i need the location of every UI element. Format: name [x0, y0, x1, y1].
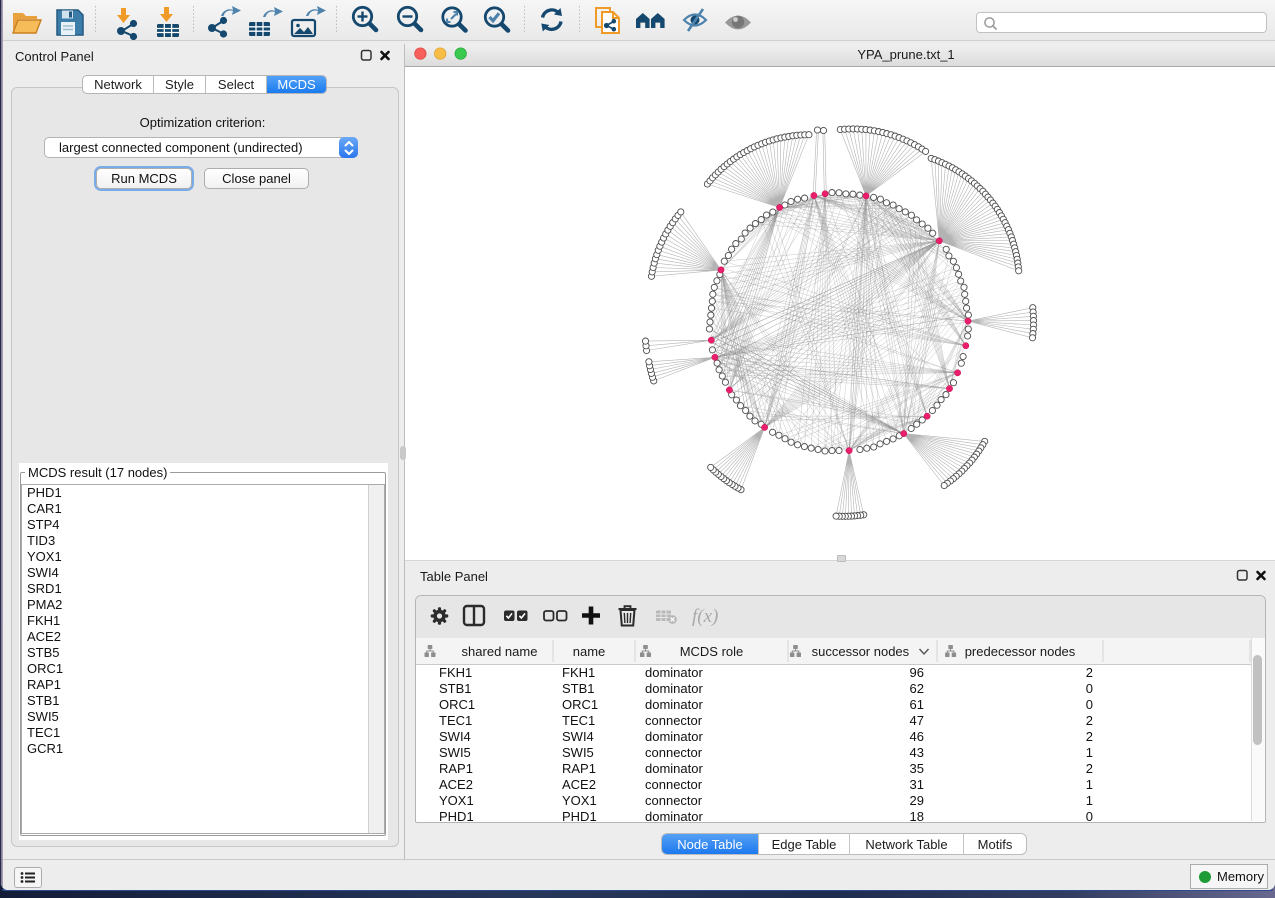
- svg-text:f(x): f(x): [692, 606, 718, 627]
